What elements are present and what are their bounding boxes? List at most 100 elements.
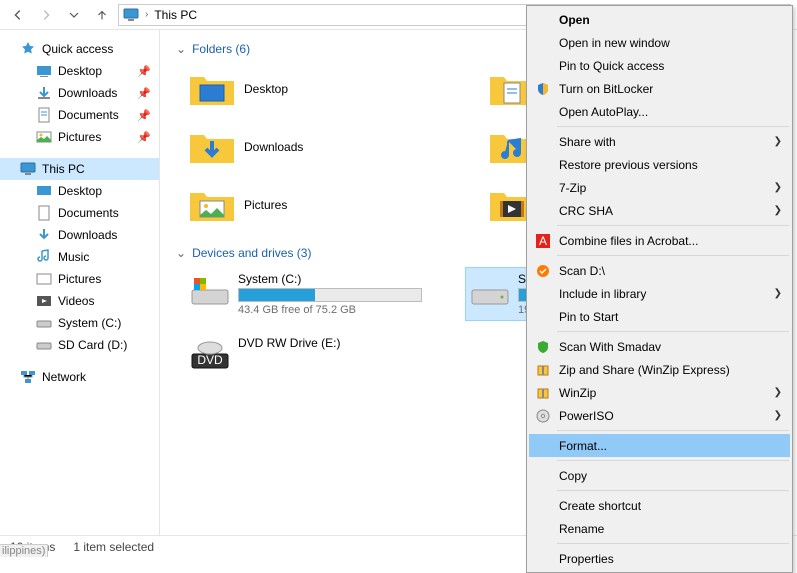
sidebar-item-label: Desktop xyxy=(58,64,102,78)
sidebar-network[interactable]: Network xyxy=(0,366,159,388)
menu-item-label: Include in library xyxy=(559,287,646,301)
menu-item[interactable]: Open AutoPlay... xyxy=(529,100,790,123)
pin-icon: 📌 xyxy=(137,65,151,78)
chevron-right-icon: ❯ xyxy=(774,410,782,421)
music-icon xyxy=(36,249,52,265)
sidebar-item-documents[interactable]: Documents 📌 xyxy=(0,104,159,126)
menu-item-label: Open in new window xyxy=(559,36,670,50)
menu-item-label: Turn on BitLocker xyxy=(559,82,653,96)
menu-item[interactable]: Zip and Share (WinZip Express) xyxy=(529,358,790,381)
menu-item[interactable]: CRC SHA❯ xyxy=(529,199,790,222)
svg-text:DVD: DVD xyxy=(197,353,223,367)
menu-item-label: Combine files in Acrobat... xyxy=(559,234,698,248)
menu-item[interactable]: Create shortcut xyxy=(529,494,790,517)
folder-icon xyxy=(188,69,236,109)
drive-icon xyxy=(470,272,510,308)
chevron-right-icon: ❯ xyxy=(774,387,782,398)
star-icon xyxy=(20,41,36,57)
sidebar-item-label: SD Card (D:) xyxy=(58,338,127,352)
chevron-right-icon: ❯ xyxy=(774,205,782,216)
sidebar-item-pictures-pc[interactable]: Pictures xyxy=(0,268,159,290)
context-menu: Open Open in new window Pin to Quick acces… xyxy=(526,5,793,573)
menu-item-label: PowerISO xyxy=(559,409,614,423)
menu-item[interactable]: Share with❯ xyxy=(529,130,790,153)
menu-item[interactable]: PowerISO ❯ xyxy=(529,404,790,427)
menu-item[interactable]: Pin to Start xyxy=(529,305,790,328)
menu-separator xyxy=(557,255,789,256)
menu-separator xyxy=(557,460,789,461)
menu-item[interactable]: WinZip ❯ xyxy=(529,381,790,404)
folder-item[interactable]: Pictures xyxy=(186,180,446,230)
download-icon xyxy=(36,227,52,243)
smadav-green-icon xyxy=(535,339,551,355)
folder-icon xyxy=(188,127,236,167)
sidebar-item-desktop-pc[interactable]: Desktop xyxy=(0,180,159,202)
video-icon xyxy=(36,293,52,309)
sidebar-item-desktop[interactable]: Desktop 📌 xyxy=(0,60,159,82)
sidebar-item-music-pc[interactable]: Music xyxy=(0,246,159,268)
menu-item[interactable]: Scan D:\ xyxy=(529,259,790,282)
sidebar-item-downloads[interactable]: Downloads 📌 xyxy=(0,82,159,104)
document-icon xyxy=(36,107,52,123)
group-title: Devices and drives (3) xyxy=(192,246,311,260)
document-icon xyxy=(36,205,52,221)
drive-item[interactable]: DVDDVD RW Drive (E:) xyxy=(186,332,426,376)
chevron-down-icon: ⌄ xyxy=(176,42,186,56)
sidebar-item-system-c[interactable]: System (C:) xyxy=(0,312,159,334)
folder-item[interactable]: Downloads xyxy=(186,122,446,172)
menu-item[interactable]: A Combine files in Acrobat... xyxy=(529,229,790,252)
menu-item[interactable]: 7-Zip❯ xyxy=(529,176,790,199)
sidebar-item-label: This PC xyxy=(42,162,85,176)
picture-icon xyxy=(36,129,52,145)
menu-item[interactable]: Copy xyxy=(529,464,790,487)
menu-item-label: Copy xyxy=(559,469,587,483)
menu-item[interactable]: Rename xyxy=(529,517,790,540)
sidebar-item-label: Documents xyxy=(58,108,119,122)
taskbar-hint: ilippines) xyxy=(0,544,48,557)
menu-item[interactable]: Include in library❯ xyxy=(529,282,790,305)
sidebar-item-videos-pc[interactable]: Videos xyxy=(0,290,159,312)
menu-item-label: 7-Zip xyxy=(559,181,586,195)
menu-item-label: WinZip xyxy=(559,386,596,400)
chevron-right-icon: ❯ xyxy=(774,136,782,147)
sidebar-item-sd-card-d[interactable]: SD Card (D:) xyxy=(0,334,159,356)
forward-button[interactable] xyxy=(34,3,58,27)
sidebar-item-label: Pictures xyxy=(58,130,101,144)
menu-item[interactable]: Open xyxy=(529,8,790,31)
menu-item[interactable]: Pin to Quick access xyxy=(529,54,790,77)
chevron-down-icon: ⌄ xyxy=(176,246,186,260)
navigation-sidebar: Quick access Desktop 📌 Downloads 📌 Docum… xyxy=(0,30,160,535)
smadav-icon xyxy=(535,263,551,279)
menu-item[interactable]: Format... xyxy=(529,434,790,457)
drive-icon xyxy=(190,272,230,308)
drive-icon xyxy=(36,315,52,331)
drive-item[interactable]: System (C:)43.4 GB free of 75.2 GB xyxy=(186,268,426,320)
menu-separator xyxy=(557,331,789,332)
menu-item[interactable]: Restore previous versions xyxy=(529,153,790,176)
menu-item[interactable]: Scan With Smadav xyxy=(529,335,790,358)
menu-item-label: Open xyxy=(559,13,590,27)
folder-item[interactable]: Desktop xyxy=(186,64,446,114)
sidebar-item-documents-pc[interactable]: Documents xyxy=(0,202,159,224)
folder-label: Desktop xyxy=(244,82,288,96)
group-title: Folders (6) xyxy=(192,42,250,56)
menu-item-label: Pin to Quick access xyxy=(559,59,664,73)
folder-label: Pictures xyxy=(244,198,287,212)
sidebar-item-pictures[interactable]: Pictures 📌 xyxy=(0,126,159,148)
poweriso-icon xyxy=(535,408,551,424)
download-icon xyxy=(36,85,52,101)
menu-item[interactable]: Properties xyxy=(529,547,790,570)
svg-text:A: A xyxy=(539,234,547,248)
up-button[interactable] xyxy=(90,3,114,27)
menu-item[interactable]: Open in new window xyxy=(529,31,790,54)
status-selected: 1 item selected xyxy=(73,540,154,554)
arrow-right-icon xyxy=(39,8,53,22)
sidebar-item-downloads-pc[interactable]: Downloads xyxy=(0,224,159,246)
recent-dropdown[interactable] xyxy=(62,3,86,27)
back-button[interactable] xyxy=(6,3,30,27)
drive-capacity-bar xyxy=(238,288,422,302)
sidebar-this-pc[interactable]: This PC xyxy=(0,158,159,180)
arrow-up-icon xyxy=(95,8,109,22)
sidebar-quick-access[interactable]: Quick access xyxy=(0,38,159,60)
menu-item[interactable]: Turn on BitLocker xyxy=(529,77,790,100)
